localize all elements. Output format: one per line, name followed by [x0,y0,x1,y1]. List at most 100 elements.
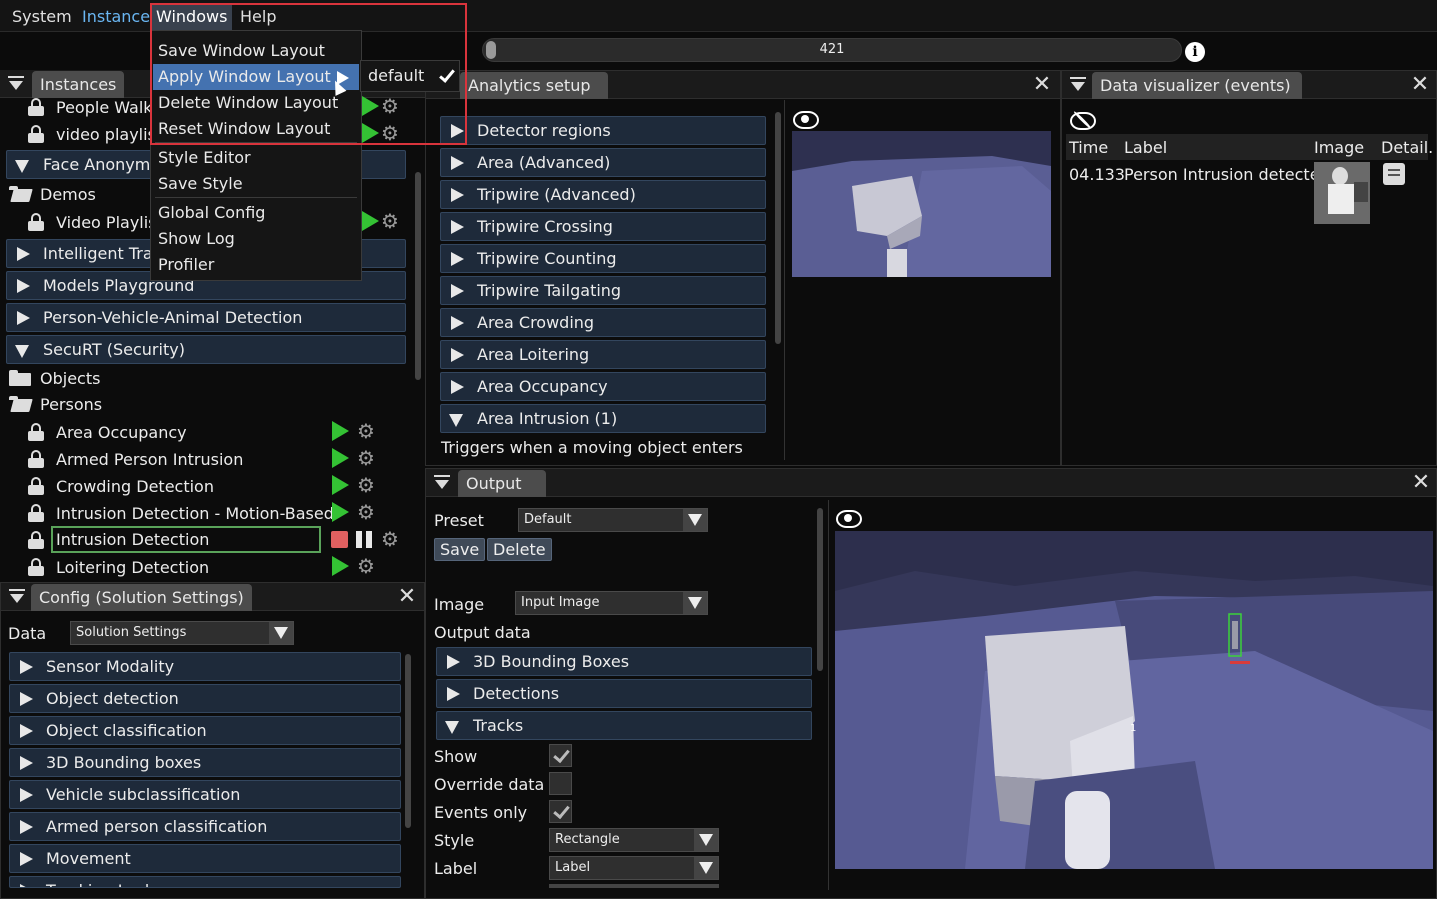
play-icon[interactable] [332,421,349,441]
tab-analytics[interactable]: Analytics setup [460,72,608,99]
play-icon[interactable] [362,96,379,116]
gear-icon[interactable]: ⚙ [380,123,400,143]
menu-help[interactable]: Help [236,4,280,30]
menu-system[interactable]: System [8,4,76,30]
event-label[interactable]: Person Intrusion detected [1124,161,1330,188]
play-icon[interactable] [362,211,379,231]
menu-item-global-config[interactable]: Global Config [153,200,359,226]
config-scrollbar[interactable] [405,654,411,828]
gear-icon[interactable]: ⚙ [380,529,400,549]
analytics-section-tripwire-crossing[interactable]: Tripwire Crossing [440,212,766,241]
preset-select[interactable]: Default [518,508,708,532]
gear-icon[interactable]: ⚙ [380,96,400,116]
folder-persons[interactable]: Persons [40,391,102,418]
instance-video-playlist[interactable]: video playlist [56,121,162,148]
gear-icon[interactable]: ⚙ [356,502,376,522]
analytics-section-area-advanced[interactable]: Area (Advanced) [440,148,766,177]
analytics-section-area-loitering[interactable]: Area Loitering [440,340,766,369]
folder-demos[interactable]: Demos [40,181,96,208]
instance-people-walking[interactable]: People Walki [56,94,157,121]
play-icon[interactable] [332,448,349,468]
close-icon[interactable]: ✕ [1411,472,1431,494]
config-section-object-detection[interactable]: Object detection [9,684,401,713]
analytics-section-area-crowding[interactable]: Area Crowding [440,308,766,337]
data-select[interactable]: Solution Settings [70,621,294,645]
config-section-armed-person-classification[interactable]: Armed person classification [9,812,401,841]
output-scrollbar[interactable] [817,508,823,671]
eye-icon[interactable] [793,111,819,129]
close-icon[interactable]: ✕ [397,586,417,608]
instance-video-playlist-2[interactable]: Video Playlist [56,209,163,236]
play-icon[interactable] [332,502,349,522]
gear-icon[interactable]: ⚙ [356,448,376,468]
collapse-icon[interactable] [8,76,24,92]
delete-button[interactable]: Delete [487,538,552,561]
analytics-section-area-occupancy[interactable]: Area Occupancy [440,372,766,401]
label-select[interactable]: Label [549,856,719,880]
gear-icon[interactable]: ⚙ [356,421,376,441]
gear-icon[interactable]: ⚙ [356,556,376,576]
menu-item-style-editor[interactable]: Style Editor [153,145,359,171]
close-icon[interactable]: ✕ [1410,74,1430,96]
gear-icon[interactable]: ⚙ [380,211,400,231]
override-checkbox[interactable] [549,772,572,795]
collapse-icon[interactable] [9,589,25,605]
timeline-slider[interactable]: 421 [482,38,1182,62]
eye-off-icon[interactable] [1070,110,1096,130]
config-section-vehicle-subclassification[interactable]: Vehicle subclassification [9,780,401,809]
analytics-section-detector-regions[interactable]: Detector regions [440,116,766,145]
menu-item-apply-window-layout[interactable]: Apply Window Layout [153,64,359,90]
analytics-scrollbar[interactable] [775,112,781,344]
style-select[interactable]: Rectangle [549,828,719,852]
show-checkbox[interactable] [549,744,572,767]
analytics-section-area-intrusion-1[interactable]: Area Intrusion (1) [440,404,766,433]
events-only-checkbox[interactable] [549,800,572,823]
close-icon[interactable]: ✕ [1032,74,1052,96]
tab-visualizer[interactable]: Data visualizer (events) [1092,72,1302,99]
info-icon[interactable]: i [1185,42,1205,62]
event-thumbnail[interactable] [1314,162,1370,224]
instance-loitering[interactable]: Loitering Detection [56,554,209,581]
menu-item-profiler[interactable]: Profiler [153,252,359,278]
instance-area-occupancy[interactable]: Area Occupancy [56,419,187,446]
gear-icon[interactable]: ⚙ [356,475,376,495]
image-select[interactable]: Input Image [515,591,708,615]
output-section-detections[interactable]: Detections [436,679,812,708]
instances-scrollbar[interactable] [415,172,421,380]
instance-intrusion-detection-selected[interactable]: Intrusion Detection [51,526,321,553]
collapse-icon[interactable] [1070,77,1086,93]
config-section-3d-bounding-boxes[interactable]: 3D Bounding boxes [9,748,401,777]
pause-icon[interactable] [356,531,372,548]
output-section-tracks[interactable]: Tracks [436,711,812,740]
instance-intrusion-motion[interactable]: Intrusion Detection - Motion-Based [56,500,334,527]
tab-output[interactable]: Output [458,470,546,497]
instance-armed-person[interactable]: Armed Person Intrusion [56,446,243,473]
config-section-tracking-lock[interactable]: Tracking Lock [9,876,401,888]
stop-icon[interactable] [331,531,348,548]
config-section-movement[interactable]: Movement [9,844,401,873]
save-button[interactable]: Save [434,538,486,561]
menu-item-show-log[interactable]: Show Log [153,226,359,252]
group-pva[interactable]: Person-Vehicle-Animal Detection [6,303,406,332]
output-section-3d-bounding-boxes[interactable]: 3D Bounding Boxes [436,647,812,676]
menu-item-save-style[interactable]: Save Style [153,171,359,197]
analytics-section-tripwire-counting[interactable]: Tripwire Counting [440,244,766,273]
play-icon[interactable] [332,475,349,495]
timeline-knob[interactable] [486,41,496,59]
analytics-section-tripwire-tailgating[interactable]: Tripwire Tailgating [440,276,766,305]
tab-config[interactable]: Config (Solution Settings) [31,584,252,611]
folder-objects[interactable]: Objects [40,365,100,392]
details-icon[interactable] [1383,163,1405,185]
eye-icon[interactable] [836,510,862,528]
submenu-item-default[interactable]: default [363,63,457,89]
menu-item-save-window-layout[interactable]: Save Window Layout [153,38,359,64]
play-icon[interactable] [362,123,379,143]
menu-windows[interactable]: Windows [152,4,232,30]
menu-item-delete-window-layout[interactable]: Delete Window Layout [153,90,359,116]
menu-instance[interactable]: Instance [78,4,154,30]
analytics-section-tripwire-advanced[interactable]: Tripwire (Advanced) [440,180,766,209]
group-securt[interactable]: SecuRT (Security) [6,335,406,364]
collapse-icon[interactable] [434,475,450,491]
menu-item-reset-window-layout[interactable]: Reset Window Layout [153,116,359,142]
play-icon[interactable] [332,556,349,576]
